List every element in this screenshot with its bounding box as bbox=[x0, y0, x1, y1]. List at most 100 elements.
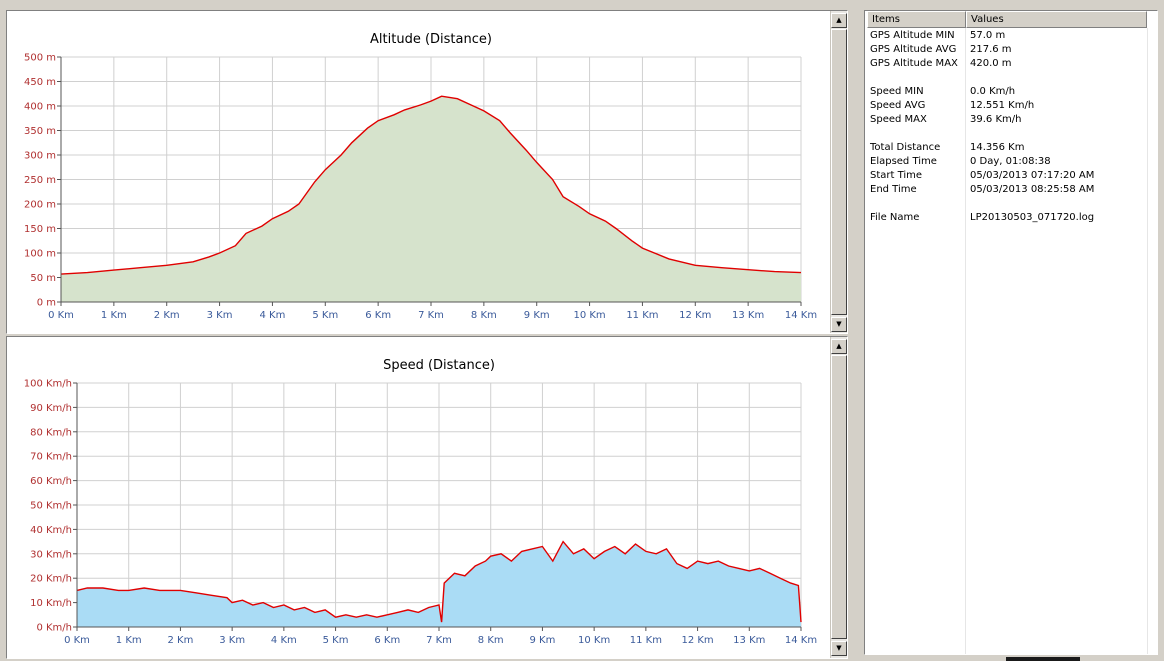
stat-item-label: GPS Altitude AVG bbox=[870, 44, 957, 55]
stat-item-label: Speed AVG bbox=[870, 100, 926, 111]
y-tick-label: 70 Km/h bbox=[30, 452, 72, 463]
x-tick-label: 9 Km bbox=[524, 310, 550, 321]
y-tick-label: 150 m bbox=[24, 224, 56, 235]
scroll-up-arrow-icon[interactable]: ▲ bbox=[831, 339, 847, 354]
stat-item-label: GPS Altitude MAX bbox=[870, 58, 958, 69]
x-tick-label: 6 Km bbox=[374, 635, 400, 646]
x-tick-label: 12 Km bbox=[679, 310, 711, 321]
y-tick-label: 10 Km/h bbox=[30, 598, 72, 609]
scroll-up-arrow-icon[interactable]: ▲ bbox=[831, 13, 847, 28]
x-tick-label: 1 Km bbox=[116, 635, 142, 646]
stat-item-value: 0 Day, 01:08:38 bbox=[970, 156, 1051, 167]
list-item[interactable]: GPS Altitude MIN 57.0 m bbox=[865, 29, 1157, 43]
y-tick-label: 300 m bbox=[24, 151, 56, 162]
altitude-chart-panel: Altitude (Distance) 500 m 450 m 400 m 350 m 3… bbox=[6, 10, 848, 334]
x-tick-label: 5 Km bbox=[312, 310, 338, 321]
list-item[interactable]: Start Time 05/03/2013 07:17:20 AM bbox=[865, 169, 1157, 183]
column-header-values[interactable]: Values bbox=[966, 11, 1147, 28]
series-area bbox=[61, 96, 801, 302]
x-tick-label: 8 Km bbox=[471, 310, 497, 321]
y-tick-label: 20 Km/h bbox=[30, 574, 72, 585]
x-tick-label: 11 Km bbox=[626, 310, 658, 321]
list-item[interactable]: Speed MIN 0.0 Km/h bbox=[865, 85, 1157, 99]
y-tick-label: 250 m bbox=[24, 175, 56, 186]
x-tick-label: 9 Km bbox=[530, 635, 556, 646]
scroll-thumb[interactable] bbox=[831, 29, 847, 315]
speed-scrollbar[interactable]: ▲ ▼ bbox=[830, 337, 847, 658]
x-tick-label: 4 Km bbox=[260, 310, 286, 321]
list-item[interactable]: File Name LP20130503_071720.log bbox=[865, 211, 1157, 225]
stat-item-label: File Name bbox=[870, 212, 920, 223]
stat-item-value: LP20130503_071720.log bbox=[970, 212, 1095, 223]
x-tick-label: 1 Km bbox=[101, 310, 127, 321]
x-tick-label: 12 Km bbox=[681, 635, 713, 646]
x-tick-label: 14 Km bbox=[785, 310, 817, 321]
stats-list-view[interactable]: Items Values GPS Altitude MIN 57.0 m GPS A… bbox=[864, 10, 1158, 655]
y-tick-label: 400 m bbox=[24, 102, 56, 113]
stat-item-label: GPS Altitude MIN bbox=[870, 30, 955, 41]
y-tick-label: 60 Km/h bbox=[30, 476, 72, 487]
x-tick-label: 7 Km bbox=[418, 310, 444, 321]
stat-item-value: 05/03/2013 07:17:20 AM bbox=[970, 170, 1095, 181]
stat-item-value: 57.0 m bbox=[970, 30, 1006, 41]
stat-item-value: 14.356 Km bbox=[970, 142, 1025, 153]
list-item[interactable]: Speed MAX 39.6 Km/h bbox=[865, 113, 1157, 127]
x-tick-label: 3 Km bbox=[207, 310, 233, 321]
stat-item-label: Start Time bbox=[870, 170, 923, 181]
status-bar bbox=[1006, 657, 1080, 661]
x-tick-label: 0 Km bbox=[48, 310, 74, 321]
list-item[interactable]: GPS Altitude MAX 420.0 m bbox=[865, 57, 1157, 71]
y-tick-label: 80 Km/h bbox=[30, 427, 72, 438]
x-tick-label: 4 Km bbox=[271, 635, 297, 646]
x-tick-label: 8 Km bbox=[478, 635, 504, 646]
x-tick-label: 10 Km bbox=[578, 635, 610, 646]
scroll-down-arrow-icon[interactable]: ▼ bbox=[831, 317, 847, 332]
scroll-thumb[interactable] bbox=[831, 355, 847, 639]
speed-chart: Speed (Distance) 100 Km/h 90 Km/h 80 Km/h 70… bbox=[24, 358, 817, 646]
stat-item-label: Elapsed Time bbox=[870, 156, 937, 167]
list-item[interactable]: End Time 05/03/2013 08:25:58 AM bbox=[865, 183, 1157, 197]
altitude-chart: Altitude (Distance) 500 m 450 m 400 m 350 m 3… bbox=[24, 32, 817, 321]
list-item[interactable]: Total Distance 14.356 Km bbox=[865, 141, 1157, 155]
x-tick-label: 3 Km bbox=[219, 635, 245, 646]
chart-title: Altitude (Distance) bbox=[370, 32, 492, 47]
list-item[interactable] bbox=[865, 197, 1157, 211]
stat-item-value: 420.0 m bbox=[970, 58, 1012, 69]
y-tick-label: 30 Km/h bbox=[30, 549, 72, 560]
y-tick-label: 50 m bbox=[30, 273, 56, 284]
list-item[interactable]: Speed AVG 12.551 Km/h bbox=[865, 99, 1157, 113]
list-item[interactable] bbox=[865, 127, 1157, 141]
y-tick-label: 40 Km/h bbox=[30, 525, 72, 536]
stat-item-value: 05/03/2013 08:25:58 AM bbox=[970, 184, 1095, 195]
y-tick-label: 500 m bbox=[24, 53, 56, 64]
x-tick-label: 14 Km bbox=[785, 635, 817, 646]
x-tick-label: 7 Km bbox=[426, 635, 452, 646]
list-item[interactable] bbox=[865, 71, 1157, 85]
y-tick-label: 350 m bbox=[24, 126, 56, 137]
stat-item-label: End Time bbox=[870, 184, 917, 195]
column-header-items[interactable]: Items bbox=[867, 11, 966, 28]
y-tick-label: 90 Km/h bbox=[30, 403, 72, 414]
stat-item-value: 217.6 m bbox=[970, 44, 1012, 55]
stat-item-value: 12.551 Km/h bbox=[970, 100, 1035, 111]
chart-title: Speed (Distance) bbox=[383, 358, 495, 373]
x-tick-label: 0 Km bbox=[64, 635, 90, 646]
x-tick-label: 2 Km bbox=[168, 635, 194, 646]
list-item[interactable]: GPS Altitude AVG 217.6 m bbox=[865, 43, 1157, 57]
y-tick-label: 200 m bbox=[24, 200, 56, 211]
stat-item-value: 39.6 Km/h bbox=[970, 114, 1022, 125]
y-tick-label: 450 m bbox=[24, 77, 56, 88]
y-tick-label: 0 m bbox=[37, 298, 56, 309]
x-tick-label: 2 Km bbox=[154, 310, 180, 321]
list-item[interactable]: Elapsed Time 0 Day, 01:08:38 bbox=[865, 155, 1157, 169]
stat-item-value: 0.0 Km/h bbox=[970, 86, 1016, 97]
y-tick-label: 0 Km/h bbox=[36, 623, 72, 634]
x-tick-label: 11 Km bbox=[630, 635, 662, 646]
x-tick-label: 13 Km bbox=[733, 635, 765, 646]
stat-item-label: Total Distance bbox=[870, 142, 941, 153]
altitude-scrollbar[interactable]: ▲ ▼ bbox=[830, 11, 847, 333]
scroll-down-arrow-icon[interactable]: ▼ bbox=[831, 641, 847, 656]
speed-chart-panel: Speed (Distance) 100 Km/h 90 Km/h 80 Km/h 70… bbox=[6, 336, 848, 659]
x-tick-label: 10 Km bbox=[573, 310, 605, 321]
x-tick-label: 5 Km bbox=[323, 635, 349, 646]
